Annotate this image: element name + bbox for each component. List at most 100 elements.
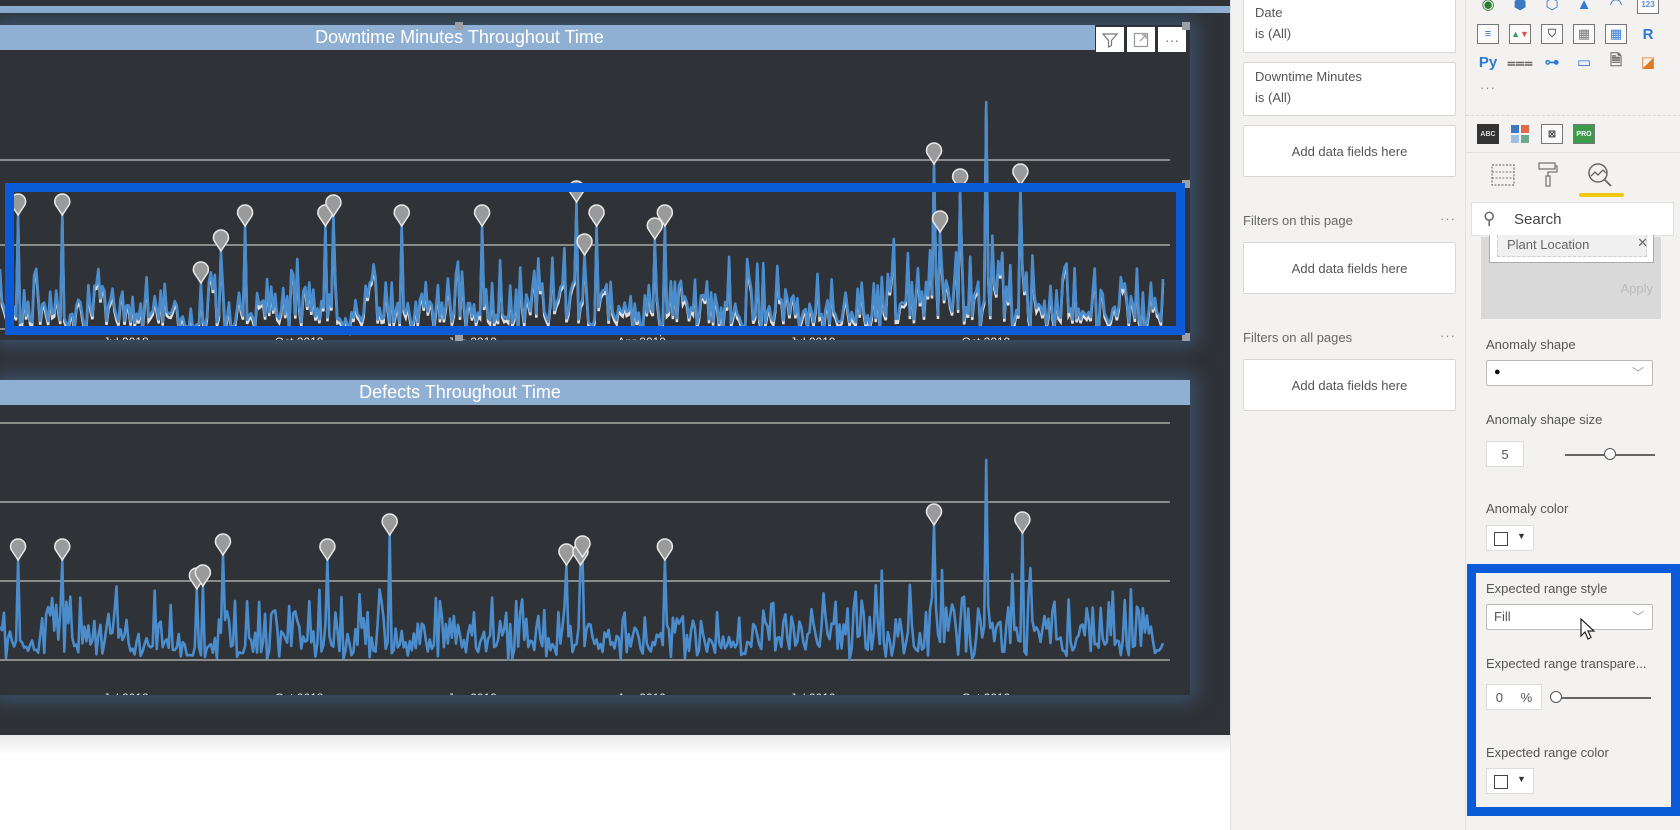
fields-tab-icon[interactable] xyxy=(1489,160,1517,190)
anomaly-marker xyxy=(576,233,593,257)
shape-map-icon[interactable]: ⬡ xyxy=(1541,0,1563,14)
more-visuals-icon[interactable]: ··· xyxy=(1480,80,1496,95)
anomaly-marker xyxy=(212,229,230,253)
anomaly-shape-dropdown[interactable]: ● ﹀ xyxy=(1486,360,1653,386)
table-icon[interactable]: ▦ xyxy=(1573,24,1595,44)
power-bi-report: Downtime Minutes Throughout Time ··· Jul… xyxy=(0,0,1680,830)
filter-name: Date xyxy=(1255,5,1283,20)
defects-chart-visual[interactable]: Defects Throughout Time Jul 2018 Oct 2018… xyxy=(0,380,1190,695)
slider-thumb[interactable] xyxy=(1604,448,1616,460)
anomaly-marker xyxy=(1014,511,1031,535)
filter-card-downtime-minutes[interactable]: Downtime Minutes is (All) xyxy=(1243,62,1456,116)
matrix-icon[interactable]: ▦ xyxy=(1605,24,1627,44)
anomaly-shape-size-label: Anomaly shape size xyxy=(1486,412,1603,427)
close-icon[interactable]: ✕ xyxy=(1637,235,1648,251)
expected-range-style-dropdown[interactable]: Fill ﹀ xyxy=(1486,604,1653,630)
python-visual-icon[interactable]: Py xyxy=(1477,52,1499,72)
anomaly-color-label: Anomaly color xyxy=(1486,501,1569,516)
anomaly-shape-size-input[interactable]: 5 xyxy=(1486,441,1524,467)
more-options-icon[interactable]: ··· xyxy=(1440,211,1456,226)
analytics-tab-icon[interactable] xyxy=(1586,160,1614,190)
caret-down-icon: ▼ xyxy=(1517,774,1526,784)
downtime-line-chart[interactable]: Jul 2018Oct 2018Jan 2019Apr 2019Jul 2019… xyxy=(0,50,1190,340)
section-title: Filters on this page xyxy=(1243,213,1353,228)
chevron-down-icon: ﹀ xyxy=(1631,610,1644,624)
chart-title-bar: Defects Throughout Time xyxy=(0,380,1190,405)
anomaly-marker xyxy=(54,193,71,217)
slicer-icon[interactable]: ⛉ xyxy=(1541,24,1563,44)
azure-map-icon[interactable]: ▲ xyxy=(1573,0,1595,14)
pro-visual-icon[interactable]: PRO xyxy=(1573,124,1595,144)
section-title: Filters on all pages xyxy=(1243,330,1353,345)
resize-handle[interactable] xyxy=(455,333,463,341)
card-icon[interactable]: 123 xyxy=(1637,0,1659,14)
expected-range-style-value: Fill xyxy=(1494,609,1511,624)
add-data-fields-all-pages[interactable]: Add data fields here xyxy=(1243,359,1456,411)
resize-handle[interactable] xyxy=(1182,22,1190,30)
x-tick-label: Jan 2019 xyxy=(448,691,498,695)
add-data-fields-visual[interactable]: Add data fields here xyxy=(1243,125,1456,177)
resize-handle[interactable] xyxy=(1182,180,1190,188)
search-input[interactable]: ⚲ Search xyxy=(1471,202,1674,236)
add-data-fields-page[interactable]: Add data fields here xyxy=(1243,242,1456,294)
more-options-icon[interactable]: ··· xyxy=(1158,27,1186,52)
x-tick-label: Apr 2019 xyxy=(617,691,666,695)
search-icon: ⚲ xyxy=(1483,209,1496,228)
anomaly-marker xyxy=(588,204,605,228)
downtime-chart-visual[interactable]: Downtime Minutes Throughout Time ··· Jul… xyxy=(0,22,1190,341)
filters-on-all-pages-header: Filters on all pages ··· xyxy=(1243,328,1456,345)
search-placeholder: Search xyxy=(1514,211,1562,228)
anomaly-marker xyxy=(214,533,232,557)
anomaly-marker xyxy=(925,503,943,527)
plant-location-chip[interactable]: Plant Location ✕ xyxy=(1489,235,1654,263)
filled-map-icon[interactable]: ⬢ xyxy=(1509,0,1531,14)
format-paint-roller-icon[interactable] xyxy=(1534,160,1562,190)
resize-handle[interactable] xyxy=(455,22,463,30)
multi-row-card-icon[interactable]: ≡ xyxy=(1477,24,1499,44)
filters-pane: Date is (All) Downtime Minutes is (All) … xyxy=(1230,0,1465,830)
slider-thumb[interactable] xyxy=(1550,691,1562,703)
resize-handle[interactable] xyxy=(1182,333,1190,341)
more-options-icon[interactable]: ··· xyxy=(1440,328,1456,343)
anomaly-marker xyxy=(558,543,575,567)
filter-value: is (All) xyxy=(1255,26,1292,41)
paginated-report-icon[interactable]: 🗎 xyxy=(1605,52,1627,72)
anomaly-marker xyxy=(192,261,210,285)
color-grid-icon[interactable] xyxy=(1509,124,1531,144)
caret-down-icon: ▼ xyxy=(1517,531,1526,541)
power-apps-icon[interactable]: ◪ xyxy=(1637,52,1659,72)
x-tick-label: Oct 2019 xyxy=(962,691,1011,695)
decomposition-tree-icon[interactable]: ⊶ xyxy=(1541,52,1563,72)
anomaly-marker xyxy=(393,204,410,228)
divider xyxy=(1466,115,1680,116)
r-visual-icon[interactable]: R xyxy=(1637,24,1659,44)
custom-visual-icon[interactable]: ⊠ xyxy=(1541,124,1563,144)
qa-icon[interactable]: ▭ xyxy=(1573,52,1595,72)
text-filter-icon[interactable]: ABC xyxy=(1477,124,1499,144)
apply-button[interactable]: Apply xyxy=(1620,281,1653,296)
filter-icon[interactable] xyxy=(1096,27,1124,52)
anomaly-marker xyxy=(646,217,664,241)
percent-unit: % xyxy=(1520,689,1533,705)
visual-header: ··· xyxy=(1096,27,1186,52)
series-line xyxy=(0,100,1165,330)
kpi-icon[interactable]: ▲ ▼ xyxy=(1509,24,1531,44)
chip-label: Plant Location xyxy=(1497,235,1647,257)
active-tab-indicator xyxy=(1579,193,1624,197)
anomaly-marker xyxy=(656,538,674,562)
expected-range-color-picker[interactable]: ▼ xyxy=(1486,768,1534,794)
key-influencers-icon[interactable]: ⩶ xyxy=(1507,52,1533,72)
anomaly-marker xyxy=(236,204,254,228)
filter-card-date[interactable]: Date is (All) xyxy=(1243,0,1456,53)
mouse-cursor-icon xyxy=(1580,618,1596,640)
anomaly-shape-label: Anomaly shape xyxy=(1486,337,1576,352)
x-tick-label: Oct 2018 xyxy=(275,691,324,695)
expected-range-transparency-slider[interactable] xyxy=(1551,697,1651,699)
visualizations-pane: ◉ ⬢ ⬡ ▲ ◠ 123 ≡ ▲ ▼ ⛉ ▦ ▦ R Py ⩶ ⊶ ▭ 🗎 ◪ … xyxy=(1465,0,1680,830)
expected-range-transparency-input[interactable]: 0 % xyxy=(1486,684,1542,710)
map-icon[interactable]: ◉ xyxy=(1477,0,1499,14)
anomaly-color-picker[interactable]: ▼ xyxy=(1486,525,1534,551)
focus-mode-icon[interactable] xyxy=(1127,27,1155,52)
gauge-icon[interactable]: ◠ xyxy=(1605,0,1627,14)
defects-line-chart[interactable]: Jul 2018 Oct 2018 Jan 2019 Apr 2019 Jul 2019… xyxy=(0,405,1190,695)
